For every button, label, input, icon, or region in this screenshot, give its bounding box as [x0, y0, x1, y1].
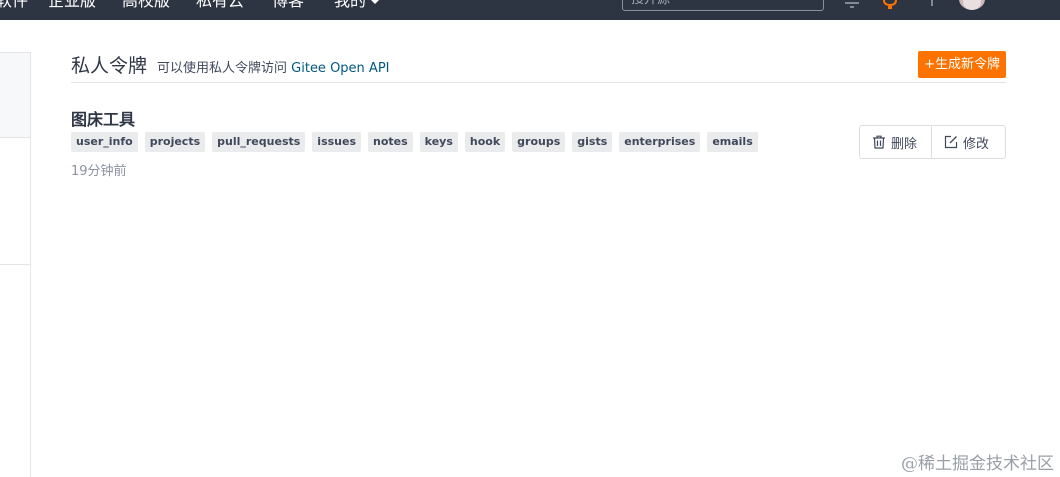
scope-tag: notes	[368, 132, 413, 152]
nav-link-mine[interactable]: 我的	[334, 0, 379, 14]
top-navbar: 软件 企业版 高校版 私有云 博客 我的 搜开源	[0, 0, 1060, 20]
scope-tag: hook	[464, 132, 506, 152]
edit-token-button[interactable]: 修改	[932, 126, 1005, 158]
nav-link-private-cloud[interactable]: 私有云	[196, 0, 244, 14]
scope-tag: keys	[419, 132, 458, 152]
nav-link-mine-label: 我的	[334, 0, 367, 10]
sidebar-profile-block[interactable]	[0, 53, 30, 138]
open-api-link[interactable]: Gitee Open API	[291, 61, 389, 76]
edit-label: 修改	[963, 136, 990, 152]
sidebar-divider	[0, 264, 30, 265]
plus-icon[interactable]	[924, 0, 940, 20]
scope-tag: groups	[512, 132, 566, 152]
site-watermark: @稀土掘金技术社区	[901, 454, 1054, 474]
delete-token-button[interactable]: 删除	[860, 126, 932, 158]
page-description-text: 可以使用私人令牌访问	[157, 61, 288, 76]
settings-sidebar	[0, 52, 31, 477]
scope-tag: pull_requests	[212, 132, 306, 152]
nav-link-education[interactable]: 高校版	[122, 0, 170, 14]
lightbulb-icon[interactable]	[880, 0, 900, 20]
avatar[interactable]	[959, 0, 985, 10]
scope-tag: emails	[707, 132, 758, 152]
token-actions: 删除 修改	[859, 125, 1006, 159]
token-scope-list: user_info projects pull_requests issues …	[71, 132, 758, 152]
caret-down-icon	[371, 0, 379, 4]
delete-label: 删除	[891, 136, 918, 152]
scope-tag: projects	[144, 132, 206, 152]
nav-link-software[interactable]: 软件	[0, 0, 28, 14]
page-description: 可以使用私人令牌访问 Gitee Open API	[157, 57, 390, 76]
scope-tag: enterprises	[619, 132, 701, 152]
search-input[interactable]: 搜开源	[622, 0, 824, 11]
scope-tag: issues	[312, 132, 362, 152]
edit-icon	[944, 135, 958, 149]
token-created-time: 19分钟前	[71, 164, 127, 179]
trash-icon	[873, 135, 885, 149]
scope-tag: gists	[572, 132, 613, 152]
generate-token-button[interactable]: +生成新令牌	[918, 51, 1006, 78]
page-header: 私人令牌 可以使用私人令牌访问 Gitee Open API +生成新令牌	[71, 50, 1006, 83]
page-title: 私人令牌	[71, 55, 148, 77]
token-name: 图床工具	[71, 110, 136, 129]
nav-link-enterprise[interactable]: 企业版	[48, 0, 96, 14]
nav-link-blog[interactable]: 博客	[272, 0, 304, 14]
scope-tag: user_info	[71, 132, 138, 152]
bell-icon[interactable]	[842, 0, 862, 20]
